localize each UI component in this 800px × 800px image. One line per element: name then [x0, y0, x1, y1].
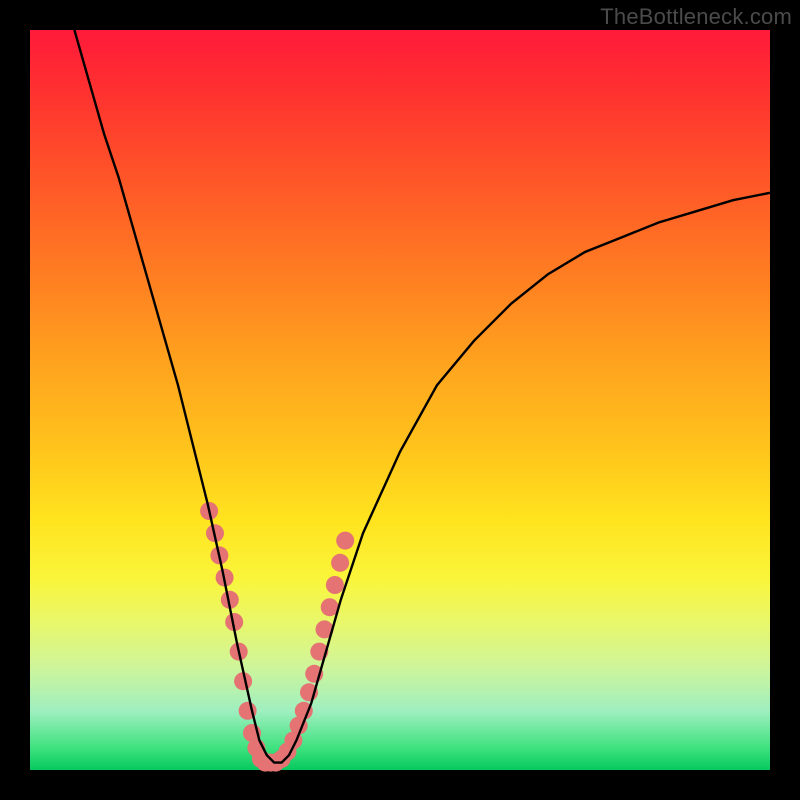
marker-dot [331, 554, 349, 572]
bottleneck-curve [74, 30, 770, 763]
plot-area [30, 30, 770, 770]
marker-dot [336, 532, 354, 550]
marker-dot [326, 576, 344, 594]
chart-svg [30, 30, 770, 770]
chart-frame: TheBottleneck.com [0, 0, 800, 800]
watermark-text: TheBottleneck.com [600, 4, 792, 30]
